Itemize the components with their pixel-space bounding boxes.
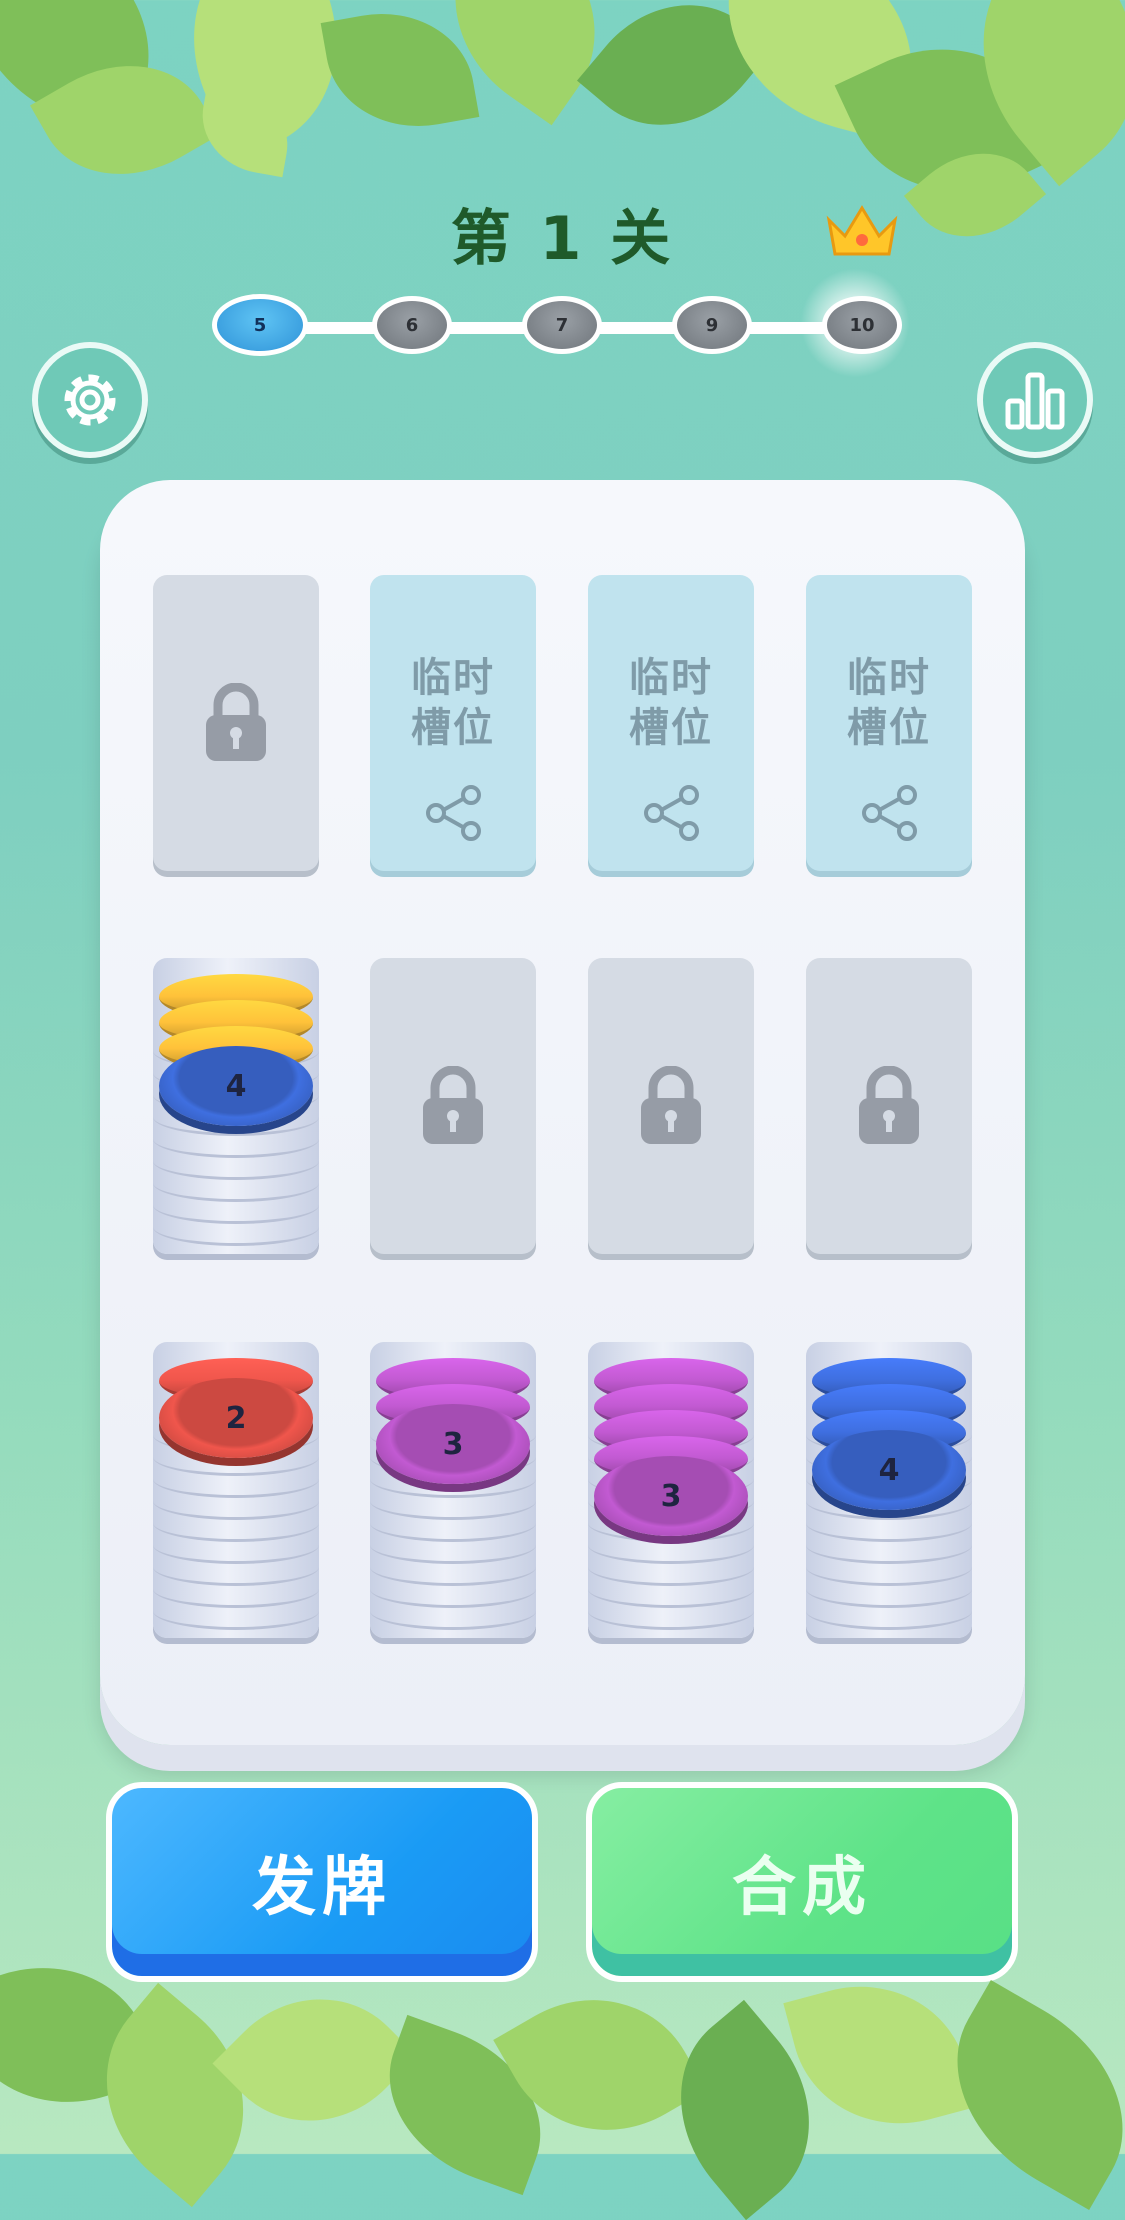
settings-button[interactable]: [32, 342, 148, 458]
temp-slot-label-line1: 临时: [411, 655, 495, 701]
chip-stack[interactable]: 4: [153, 958, 319, 1254]
top-chip: 4: [159, 1046, 313, 1126]
temp-slot[interactable]: 临时 槽位: [806, 575, 972, 871]
locked-slot[interactable]: [153, 575, 319, 871]
game-board: 临时 槽位 临时 槽位 临时 槽位 4 2 3 3 4: [100, 480, 1025, 1745]
temp-slot-label: 临时 槽位: [370, 653, 536, 753]
chip-stack[interactable]: 3: [588, 1342, 754, 1638]
temp-slot-label: 临时 槽位: [806, 653, 972, 753]
merge-button[interactable]: 合成: [586, 1782, 1018, 1982]
temp-slot-label-line2: 槽位: [411, 705, 495, 751]
share-icon: [426, 785, 481, 841]
locked-slot[interactable]: [588, 958, 754, 1254]
lock-icon: [206, 683, 266, 761]
locked-slot[interactable]: [806, 958, 972, 1254]
temp-slot[interactable]: 临时 槽位: [370, 575, 536, 871]
chip-stack[interactable]: 4: [806, 1342, 972, 1638]
temp-slot[interactable]: 临时 槽位: [588, 575, 754, 871]
temp-slot-label: 临时 槽位: [588, 653, 754, 753]
locked-slot[interactable]: [370, 958, 536, 1254]
lock-icon: [859, 1066, 919, 1144]
level-node-current: 5: [212, 294, 308, 356]
lock-icon: [423, 1066, 483, 1144]
bar-chart-icon: [1005, 372, 1065, 430]
temp-slot-label-line2: 槽位: [847, 705, 931, 751]
share-icon: [862, 785, 917, 841]
level-node: 7: [522, 296, 602, 354]
gear-icon: [64, 374, 116, 426]
level-node: 9: [672, 296, 752, 354]
temp-slot-label-line2: 槽位: [629, 705, 713, 751]
top-chip: 4: [812, 1430, 966, 1510]
level-node: 6: [372, 296, 452, 354]
lock-icon: [641, 1066, 701, 1144]
share-icon: [644, 785, 699, 841]
chip-stack[interactable]: 3: [370, 1342, 536, 1638]
crown-icon: [826, 205, 898, 256]
top-chip: 3: [594, 1456, 748, 1536]
temp-slot-label-line1: 临时: [847, 655, 931, 701]
deal-button[interactable]: 发牌: [106, 1782, 538, 1982]
stats-button[interactable]: [977, 342, 1093, 458]
top-chip: 2: [159, 1378, 313, 1458]
level-title: 第 1 关: [450, 204, 675, 274]
top-chip: 3: [376, 1404, 530, 1484]
temp-slot-label-line1: 临时: [629, 655, 713, 701]
level-node-goal: 10: [822, 296, 902, 354]
chip-stack[interactable]: 2: [153, 1342, 319, 1638]
